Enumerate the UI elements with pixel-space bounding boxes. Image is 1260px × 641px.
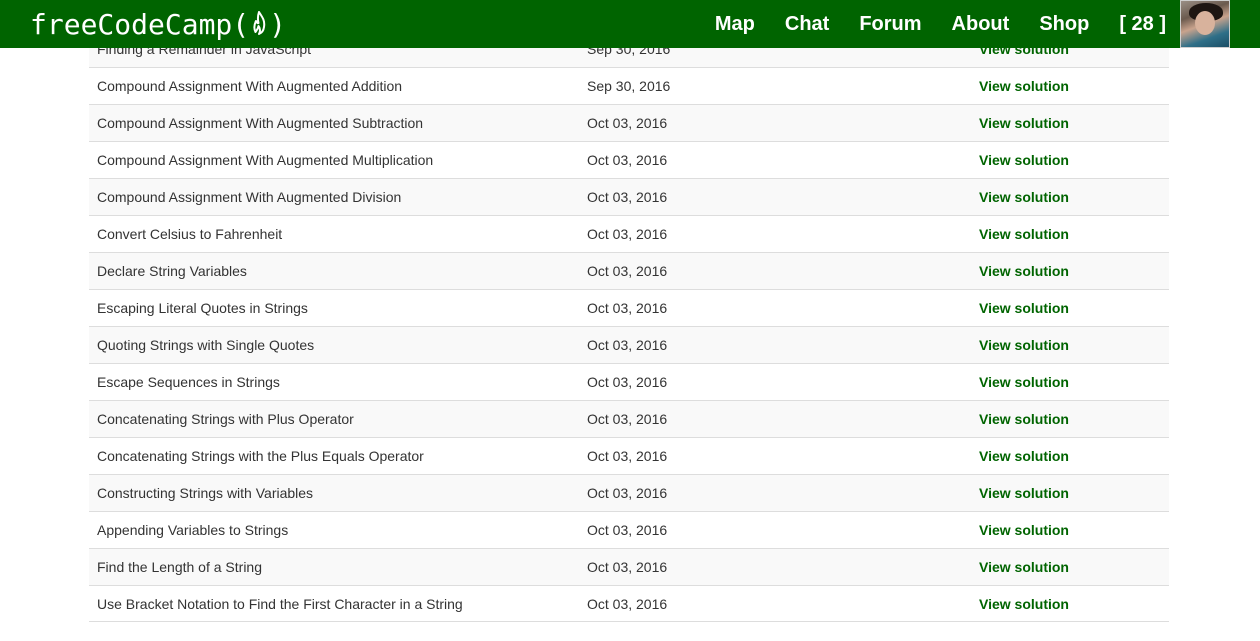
solutions-table: Finding a Remainder in JavaScript Sep 30,… — [89, 30, 1169, 622]
view-solution-link[interactable]: View solution — [971, 559, 1069, 575]
navbar: freeCodeCamp( ) Map Chat Forum About Sho… — [0, 0, 1260, 48]
table-row: Convert Celsius to Fahrenheit Oct 03, 201… — [89, 215, 1169, 252]
table-row: Compound Assignment With Augmented Multi… — [89, 141, 1169, 178]
completion-date: Oct 03, 2016 — [587, 485, 668, 501]
completion-date: Oct 03, 2016 — [587, 300, 668, 316]
challenge-name: Escape Sequences in Strings — [97, 374, 280, 390]
brand-text-left: freeCodeCamp( — [30, 7, 250, 41]
challenge-name: Concatenating Strings with the Plus Equa… — [97, 448, 424, 464]
challenge-name: Declare String Variables — [97, 263, 247, 279]
brand-text-right: ) — [269, 7, 287, 41]
table-row: Use Bracket Notation to Find the First C… — [89, 585, 1169, 622]
challenge-name: Compound Assignment With Augmented Divis… — [97, 189, 402, 205]
view-solution-link[interactable]: View solution — [971, 374, 1069, 390]
nav-item-chat[interactable]: Chat — [785, 13, 829, 36]
view-solution-link[interactable]: View solution — [971, 115, 1069, 131]
completion-date: Oct 03, 2016 — [587, 522, 668, 538]
table-row: Appending Variables to Strings Oct 03, 20… — [89, 511, 1169, 548]
view-solution-link[interactable]: View solution — [971, 189, 1069, 205]
table-row: Declare String Variables Oct 03, 2016 View… — [89, 252, 1169, 289]
table-row: Compound Assignment With Augmented Subtr… — [89, 104, 1169, 141]
completion-date: Oct 03, 2016 — [587, 115, 668, 131]
table-row: Constructing Strings with Variables Oct 0… — [89, 474, 1169, 511]
user-avatar[interactable] — [1180, 0, 1230, 48]
completion-date: Oct 03, 2016 — [587, 374, 668, 390]
view-solution-link[interactable]: View solution — [971, 152, 1069, 168]
completion-date: Sep 30, 2016 — [587, 78, 671, 94]
view-solution-link[interactable]: View solution — [971, 300, 1069, 316]
view-solution-link[interactable]: View solution — [971, 448, 1069, 464]
challenge-name: Compound Assignment With Augmented Subtr… — [97, 115, 424, 131]
completion-date: Oct 03, 2016 — [587, 595, 668, 612]
challenge-name: Compound Assignment With Augmented Addit… — [97, 78, 403, 94]
challenge-name: Escaping Literal Quotes in Strings — [97, 300, 308, 316]
view-solution-link[interactable]: View solution — [971, 78, 1069, 94]
challenge-name: Convert Celsius to Fahrenheit — [97, 226, 283, 242]
table-row: Concatenating Strings with Plus Operator… — [89, 400, 1169, 437]
table-row: Escape Sequences in Strings Oct 03, 2016 V… — [89, 363, 1169, 400]
completion-date: Oct 03, 2016 — [587, 226, 668, 242]
flame-icon — [253, 11, 266, 35]
table-row: Concatenating Strings with the Plus Equa… — [89, 437, 1169, 474]
view-solution-link[interactable]: View solution — [971, 263, 1069, 279]
table-row: Compound Assignment With Augmented Addit… — [89, 67, 1169, 104]
completion-date: Oct 03, 2016 — [587, 263, 668, 279]
table-row: Find the Length of a String Oct 03, 2016 V… — [89, 548, 1169, 585]
table-row: Quoting Strings with Single Quotes Oct 03… — [89, 326, 1169, 363]
completion-date: Oct 03, 2016 — [587, 448, 668, 464]
challenge-name: Concatenating Strings with Plus Operator — [97, 411, 354, 427]
table-row: Compound Assignment With Augmented Divis… — [89, 178, 1169, 215]
challenge-name: Constructing Strings with Variables — [97, 485, 314, 501]
challenge-name: Find the Length of a String — [97, 559, 262, 575]
completion-date: Oct 03, 2016 — [587, 337, 668, 353]
challenge-name: Quoting Strings with Single Quotes — [97, 337, 315, 353]
view-solution-link[interactable]: View solution — [971, 411, 1069, 427]
challenge-name: Use Bracket Notation to Find the First C… — [97, 595, 463, 612]
completion-date: Oct 03, 2016 — [587, 189, 668, 205]
view-solution-link[interactable]: View solution — [971, 226, 1069, 242]
view-solution-link[interactable]: View solution — [971, 596, 1069, 612]
completion-date: Oct 03, 2016 — [587, 559, 668, 575]
table-row: Escaping Literal Quotes in Strings Oct 03… — [89, 289, 1169, 326]
nav-item-map[interactable]: Map — [715, 13, 755, 36]
nav-item-about[interactable]: About — [952, 13, 1010, 36]
challenge-name: Compound Assignment With Augmented Multi… — [97, 152, 434, 168]
brand-logo[interactable]: freeCodeCamp( ) — [30, 5, 286, 43]
completion-date: Oct 03, 2016 — [587, 411, 668, 427]
challenge-name: Appending Variables to Strings — [97, 522, 289, 538]
nav-item-forum[interactable]: Forum — [859, 13, 921, 36]
nav-links: Map Chat Forum About Shop [ 28 ] — [715, 0, 1260, 48]
view-solution-link[interactable]: View solution — [971, 522, 1069, 538]
points-badge: [ 28 ] — [1119, 12, 1166, 35]
nav-item-shop[interactable]: Shop — [1039, 13, 1089, 36]
view-solution-link[interactable]: View solution — [971, 337, 1069, 353]
completion-date: Oct 03, 2016 — [587, 152, 668, 168]
view-solution-link[interactable]: View solution — [971, 485, 1069, 501]
